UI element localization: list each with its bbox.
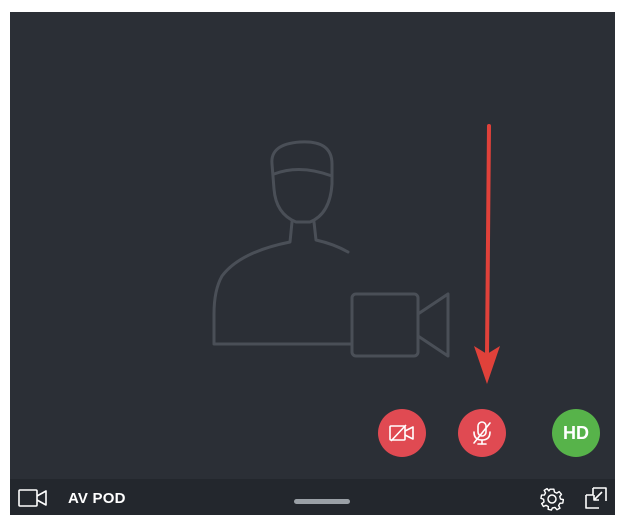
user-video-placeholder-icon: [200, 134, 450, 384]
drag-handle[interactable]: [294, 499, 350, 504]
mute-microphone-button[interactable]: [458, 409, 506, 457]
video-off-icon: [389, 424, 414, 442]
video-window: HD AV POD: [10, 12, 615, 515]
hd-label: HD: [563, 422, 589, 443]
red-annotation-arrow: [472, 124, 502, 386]
panel-title: AV POD: [68, 490, 126, 507]
bottom-toolbar: AV POD: [10, 479, 615, 515]
gear-icon[interactable]: [540, 487, 564, 511]
minimize-icon[interactable]: [584, 486, 608, 510]
video-camera-icon[interactable]: [18, 489, 48, 507]
toggle-video-button[interactable]: [378, 409, 426, 457]
mic-off-icon: [473, 421, 491, 445]
hd-quality-button[interactable]: HD: [552, 409, 600, 457]
